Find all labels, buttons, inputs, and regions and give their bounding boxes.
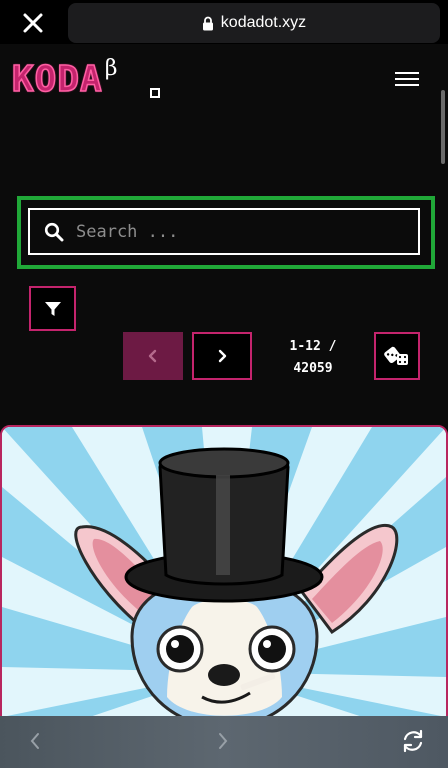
search-input[interactable] (76, 220, 406, 244)
back-button[interactable] (22, 728, 48, 754)
hamburger-menu-icon-line (395, 84, 419, 86)
pagination-total: 42059 (293, 361, 333, 376)
hamburger-menu-icon (395, 72, 419, 74)
dice-icon (384, 346, 408, 365)
reload-icon (403, 729, 423, 753)
filter-icon (44, 301, 61, 316)
search-icon (44, 222, 64, 242)
lock-icon (202, 16, 213, 30)
address-bar[interactable]: kodadot.xyz (68, 3, 440, 43)
page-scrollbar[interactable] (441, 90, 445, 164)
nft-card[interactable] (0, 425, 448, 716)
search-box[interactable] (28, 208, 420, 255)
url-text: kodadot.xyz (220, 14, 307, 31)
filter-button[interactable] (29, 286, 76, 331)
random-button[interactable] (374, 332, 420, 380)
logo-box-mark (150, 88, 160, 98)
logo-beta: β (104, 56, 118, 81)
chevron-left-icon (148, 349, 157, 363)
chevron-right-icon (218, 349, 227, 363)
pagination-range: 1-12 / 42059 (266, 336, 360, 380)
hamburger-menu-button[interactable] (392, 66, 422, 92)
page-content: KODA β 1-12 / 42059 (0, 44, 448, 716)
browser-top-bar: kodadot.xyz (0, 0, 448, 44)
previous-page-button[interactable] (123, 332, 183, 380)
next-page-button[interactable] (192, 332, 252, 380)
close-button[interactable] (16, 6, 50, 40)
close-icon (23, 13, 43, 33)
logo-text: KODA (11, 58, 103, 101)
forward-button[interactable] (210, 728, 236, 754)
pagination-range-line1: 1-12 / (289, 339, 337, 354)
browser-bottom-bar (0, 716, 448, 768)
reload-button[interactable] (398, 726, 428, 756)
chihuahua-top-hat-nft-image (2, 427, 446, 716)
hamburger-menu-icon-line (395, 78, 419, 80)
koda-logo[interactable]: KODA β (11, 56, 160, 102)
chevron-right-icon (219, 733, 228, 749)
chevron-left-icon (30, 733, 39, 749)
